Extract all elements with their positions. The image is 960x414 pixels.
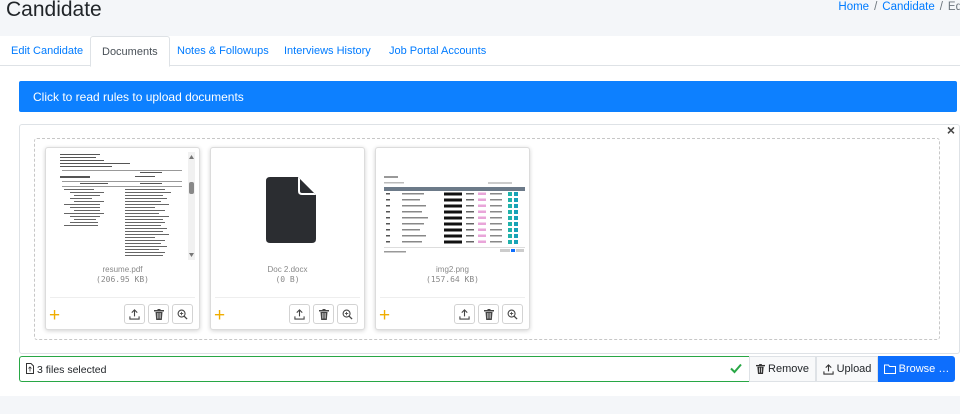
file-name: resume.pdf [102,265,143,274]
file-size: (157.64 KB) [426,275,479,284]
thumbnail-actions [124,304,193,324]
breadcrumb-current: Ed [947,1,960,13]
upload-label: Upload [836,363,872,375]
close-icon[interactable]: × [947,122,955,138]
plus-icon[interactable]: + [49,306,60,325]
remove-label: Remove [768,363,809,375]
file-thumbnail: img2.png (157.64 KB) + [375,147,530,330]
thumbnail-divider [215,297,360,298]
file-input-bar: 3 files selected Remove Upload Browse … [19,356,955,382]
upload-icon [294,308,305,320]
trash-icon [756,364,766,374]
trash-icon [318,308,329,320]
pdf-preview [50,152,195,260]
file-size: (0 B) [275,275,300,284]
upload-icon [129,308,140,320]
breadcrumb-candidate[interactable]: Candidate [882,1,934,13]
file-icon [266,177,316,243]
thumbnail-actions [289,304,358,324]
remove-button[interactable]: Remove [749,356,816,382]
file-size: (206.95 KB) [96,275,149,284]
thumbnail-actions [454,304,523,324]
delete-file-button[interactable] [313,304,334,324]
tab-job-portal-accounts[interactable]: Job Portal Accounts [378,36,497,67]
thumbnail-divider [50,297,195,298]
file-name: Doc 2.docx [267,265,308,274]
file-thumbnail: resume.pdf (206.95 KB) + [45,147,200,330]
tab-interviews-history[interactable]: Interviews History [273,36,382,67]
trash-icon [483,308,494,320]
upload-file-button[interactable] [454,304,475,324]
upload-icon [822,363,834,375]
tab-notes-followups[interactable]: Notes & Followups [166,36,280,67]
tab-bar: Edit Candidate Documents Notes & Followu… [0,36,960,67]
zoom-icon [342,309,353,320]
dropzone[interactable]: resume.pdf (206.95 KB) + Doc 2.docx (0 B… [34,138,940,340]
upload-file-button[interactable] [289,304,310,324]
page-header: Candidate Home / Candidate / Ed [0,0,960,36]
file-preview [215,152,360,260]
upload-rules-button[interactable]: Click to read rules to upload documents [19,81,957,112]
upload-icon [459,308,470,320]
zoom-file-button[interactable] [172,304,193,324]
zoom-file-button[interactable] [337,304,358,324]
upload-button[interactable]: Upload [816,356,878,382]
tab-edit-candidate[interactable]: Edit Candidate [0,36,94,67]
upload-file-button[interactable] [124,304,145,324]
thumbnail-divider [380,297,525,298]
zoom-file-button[interactable] [502,304,523,324]
delete-file-button[interactable] [148,304,169,324]
file-thumbnail: Doc 2.docx (0 B) + [210,147,365,330]
folder-icon [883,364,896,374]
file-caption[interactable]: 3 files selected [19,356,749,382]
breadcrumb-home[interactable]: Home [838,1,869,13]
plus-icon[interactable]: + [214,306,225,325]
check-icon [730,363,742,374]
plus-icon[interactable]: + [379,306,390,325]
zoom-icon [507,309,518,320]
file-name: img2.png [436,265,469,274]
page-title: Candidate [6,0,102,21]
file-icon [26,363,34,374]
image-preview [380,152,525,260]
documents-card: Edit Candidate Documents Notes & Followu… [0,36,960,396]
file-upload-area: × resume.pdf (206.95 KB) + Doc 2.docx (0… [19,122,960,354]
breadcrumb: Home / Candidate / Ed [838,1,960,13]
files-selected-text: 3 files selected [37,364,107,376]
tab-documents[interactable]: Documents [90,36,170,67]
delete-file-button[interactable] [478,304,499,324]
browse-label: Browse … [898,363,950,375]
trash-icon [153,308,164,320]
zoom-icon [177,309,188,320]
browse-button[interactable]: Browse … [878,356,955,382]
